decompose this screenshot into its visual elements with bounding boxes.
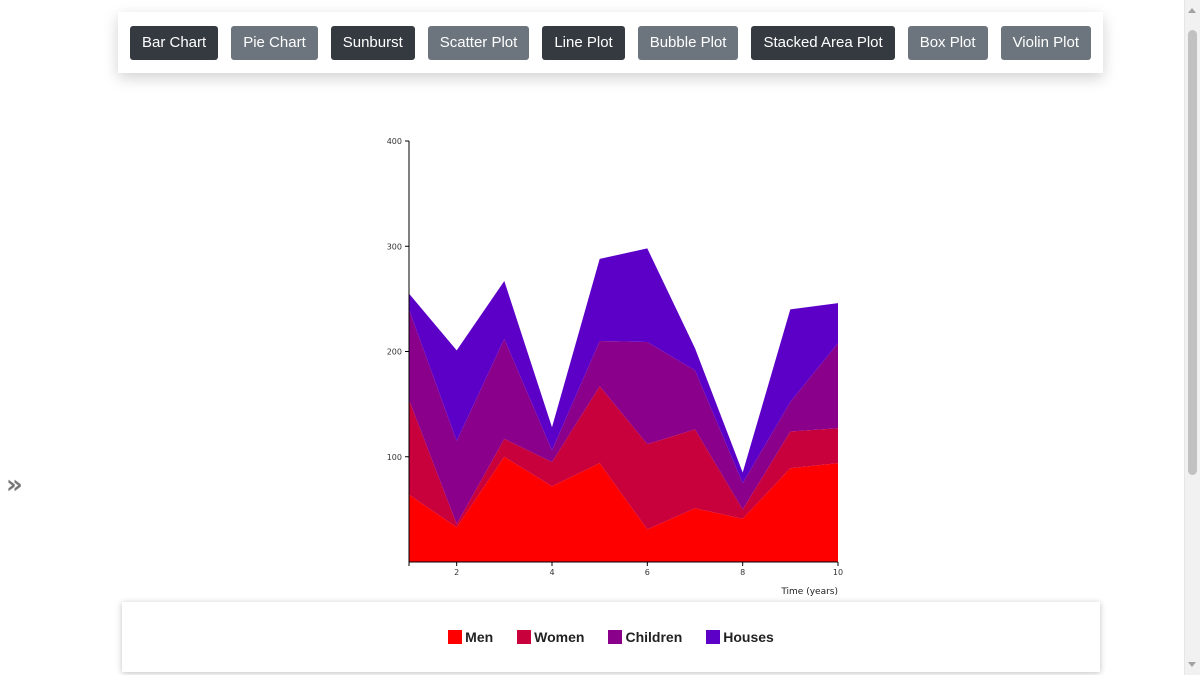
scroll-up-arrow-icon[interactable] [1188, 8, 1196, 13]
legend-swatch-women [517, 630, 532, 644]
chart-axes: 100 200 300 400 2 4 6 8 10 Time (years) [387, 137, 843, 597]
x-tick-label: 6 [645, 568, 650, 577]
box-plot-button[interactable]: Box Plot [907, 25, 988, 60]
violin-plot-button[interactable]: Violin Plot [1000, 25, 1091, 60]
chart-area: 100 200 300 400 2 4 6 8 10 Time (years) [0, 0, 1200, 675]
legend-item-men: Men [448, 629, 493, 645]
pie-chart-button[interactable]: Pie Chart [231, 25, 318, 60]
scroll-down-arrow-icon[interactable] [1188, 662, 1196, 667]
area-children [409, 309, 838, 525]
legend-item-children: Children [608, 629, 682, 645]
double-chevron-right-icon[interactable]: » [6, 472, 23, 498]
bar-chart-button[interactable]: Bar Chart [130, 25, 219, 60]
y-tick-label: 100 [387, 453, 402, 462]
legend-swatch-men [448, 630, 463, 644]
stacked-area-chart: 100 200 300 400 2 4 6 8 10 Time (years) [387, 137, 843, 597]
bubble-plot-button[interactable]: Bubble Plot [637, 25, 739, 60]
stacked-area-plot-button[interactable]: Stacked Area Plot [751, 25, 895, 60]
area-houses [409, 248, 838, 484]
legend-label-houses: Houses [723, 629, 774, 645]
scatter-plot-button[interactable]: Scatter Plot [427, 25, 530, 60]
area-layers [409, 248, 838, 562]
x-tick-label: 4 [549, 568, 554, 577]
legend-swatch-houses [706, 630, 721, 644]
page: Bar Chart Pie Chart Sunburst Scatter Plo… [0, 0, 1200, 675]
x-tick-label: 8 [740, 568, 745, 577]
page-scrollbar[interactable] [1184, 0, 1200, 675]
area-women [409, 386, 838, 530]
legend-label-women: Women [534, 629, 585, 645]
x-tick-label: 2 [454, 568, 459, 577]
legend-swatch-children [608, 630, 623, 644]
chart-legend: Men Women Children Houses [122, 602, 1100, 672]
legend-item-women: Women [517, 629, 584, 645]
y-tick-label: 300 [387, 242, 402, 251]
x-axis-title: Time (years) [780, 587, 838, 597]
legend-label-men: Men [465, 629, 494, 645]
sunburst-button[interactable]: Sunburst [330, 25, 415, 60]
x-tick-label: 10 [833, 568, 843, 577]
y-tick-label: 200 [387, 348, 402, 357]
legend-item-houses: Houses [706, 629, 774, 645]
scrollbar-thumb[interactable] [1188, 30, 1197, 475]
legend-label-children: Children [625, 629, 683, 645]
y-tick-label: 400 [387, 137, 402, 146]
line-plot-button[interactable]: Line Plot [542, 25, 625, 60]
chart-type-toolbar: Bar Chart Pie Chart Sunburst Scatter Plo… [118, 12, 1103, 73]
area-men [409, 456, 838, 562]
